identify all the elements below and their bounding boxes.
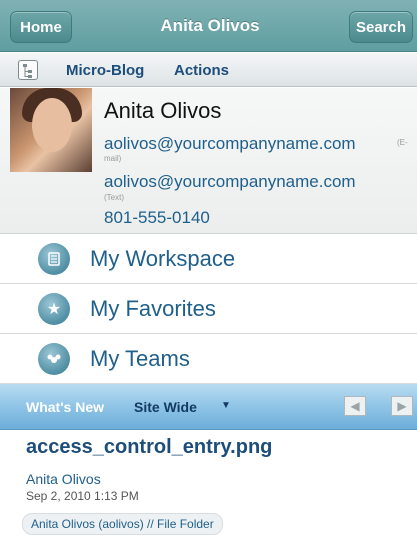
email-note-cont: mail) [104, 154, 122, 163]
actions-link[interactable]: Actions [174, 62, 229, 79]
arrow-right-icon[interactable]: ▶ [391, 396, 413, 416]
menu-item-label: My Teams [90, 346, 190, 371]
team-icon [38, 343, 70, 375]
avatar [10, 88, 92, 172]
dropdown-icon[interactable]: ▼ [221, 400, 231, 411]
menu-item-teams[interactable]: My Teams [0, 334, 417, 384]
feed-item-author[interactable]: Anita Olivos [26, 471, 101, 487]
star-icon: ★ [38, 293, 70, 325]
text-note: (Text) [104, 193, 124, 202]
feed-item-title[interactable]: access_control_entry.png [26, 436, 272, 459]
search-button[interactable]: Search [349, 11, 413, 43]
profile-card: Anita Olivos aolivos@yourcompanyname.com… [0, 88, 417, 234]
menu-item-label: My Workspace [90, 246, 236, 271]
feed-item-date: Sep 2, 2010 1:13 PM [26, 489, 139, 503]
micro-blog-link[interactable]: Micro-Blog [66, 62, 144, 79]
page-title: Anita Olivos [160, 16, 260, 35]
whats-new-bar: What's New Site Wide ▼ ◀ ▶ [0, 384, 417, 430]
toolbar: Micro-Blog Actions [0, 53, 417, 87]
workspace-icon [38, 243, 70, 275]
nav-bar: Home Anita Olivos Search [0, 0, 417, 52]
tree-icon[interactable] [18, 60, 38, 80]
menu-item-label: My Favorites [90, 296, 216, 321]
home-button[interactable]: Home [10, 11, 72, 43]
arrow-left-icon[interactable]: ◀ [344, 396, 366, 416]
whats-new-label: What's New [26, 399, 105, 415]
feed-item-folder[interactable]: Anita Olivos (aolivos) // File Folder [22, 513, 223, 535]
phone-link[interactable]: 801-555-0140 [104, 208, 210, 228]
profile-name: Anita Olivos [104, 98, 222, 123]
text-link[interactable]: aolivos@yourcompanyname.com [104, 172, 356, 192]
menu-item-workspace[interactable]: My Workspace [0, 234, 417, 284]
email-link[interactable]: aolivos@yourcompanyname.com [104, 134, 356, 154]
email-note: (E- [397, 138, 408, 147]
menu-item-favorites[interactable]: ★ My Favorites [0, 284, 417, 334]
scope-dropdown[interactable]: Site Wide [134, 399, 197, 415]
